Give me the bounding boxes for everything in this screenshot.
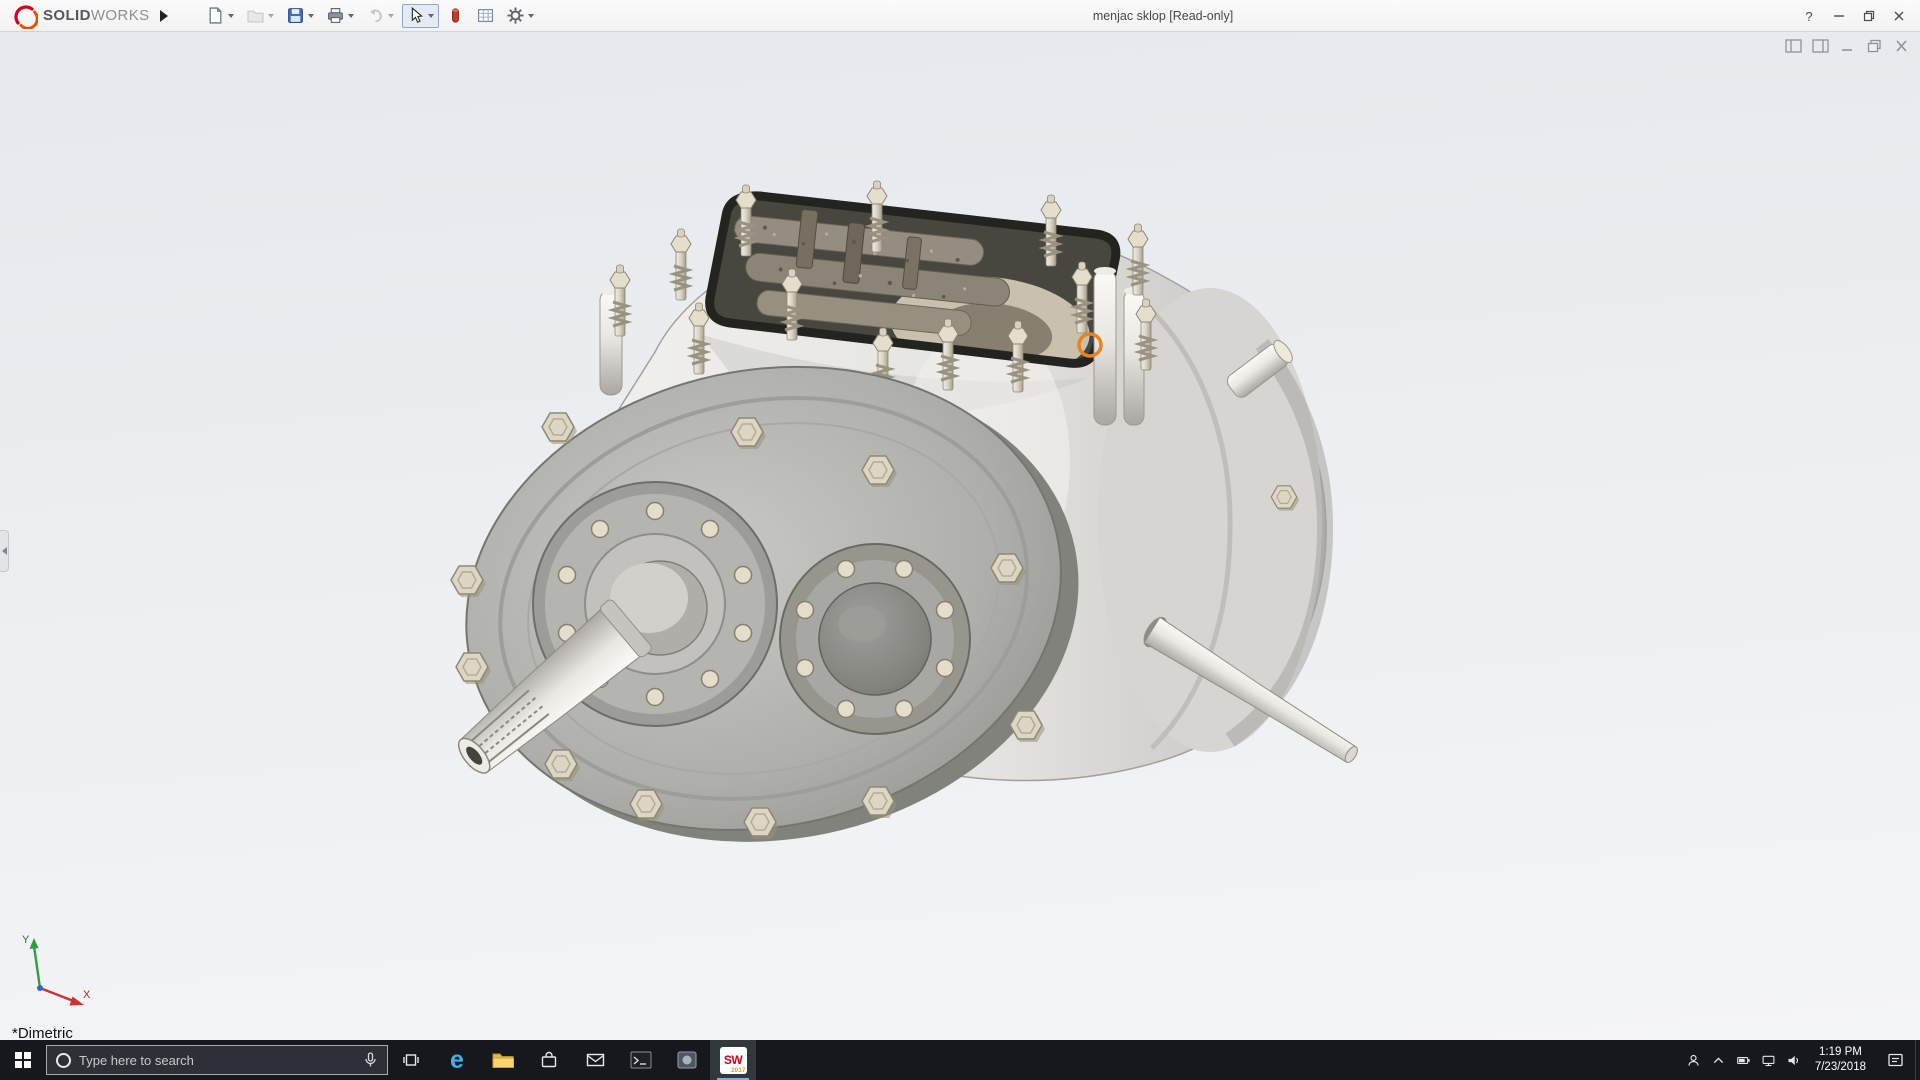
taskbar-solidworks-button[interactable]: SW 2017: [710, 1040, 756, 1080]
task-view-button[interactable]: [388, 1040, 434, 1080]
show-desktop-button[interactable]: [1915, 1040, 1920, 1080]
close-button[interactable]: [1884, 0, 1914, 32]
action-center-icon: [1887, 1053, 1903, 1066]
cortana-icon: [56, 1052, 71, 1068]
gear-icon: [506, 7, 524, 24]
dropdown-caret-icon: [527, 13, 534, 18]
microphone-icon[interactable]: [363, 1052, 378, 1068]
tray-overflow-button[interactable]: [1706, 1040, 1731, 1080]
x-axis-label: X: [83, 989, 91, 1001]
brand-text: SOLIDWORKS: [43, 7, 150, 24]
mdi-close-icon[interactable]: [1893, 39, 1910, 53]
y-axis-label: Y: [22, 934, 30, 946]
mail-icon: [586, 1053, 604, 1067]
system-tray: 1:19 PM 7/23/2018: [1681, 1040, 1920, 1080]
menu-expand-arrow-icon[interactable]: [159, 9, 168, 22]
dropdown-caret-icon: [307, 13, 314, 18]
taskbar-edge-button[interactable]: e: [434, 1040, 480, 1080]
minimize-icon: [1834, 15, 1844, 17]
select-cursor-icon: [411, 7, 423, 23]
quick-access-toolbar: [202, 3, 539, 28]
taskbar-app1-button[interactable]: [618, 1040, 664, 1080]
document-window-controls: [1785, 39, 1910, 53]
x-axis-arrow-icon: [69, 996, 84, 1006]
print-button[interactable]: [322, 4, 359, 28]
new-document-button[interactable]: [202, 4, 239, 28]
sheet-grid-icon: [477, 9, 493, 22]
task-view-icon: [403, 1054, 419, 1066]
printer-icon: [327, 8, 343, 23]
side-cover: [779, 543, 971, 735]
chevron-up-icon: [1713, 1056, 1723, 1063]
clock-date: 7/23/2018: [1814, 1061, 1866, 1073]
action-center-button[interactable]: [1875, 1040, 1915, 1080]
dropdown-caret-icon: [227, 13, 234, 18]
taskbar-clock[interactable]: 1:19 PM 7/23/2018: [1806, 1045, 1875, 1075]
windows-logo-icon: [15, 1052, 31, 1068]
restore-button[interactable]: [1854, 0, 1884, 32]
dropdown-caret-icon: [427, 13, 434, 18]
appearance-button[interactable]: [442, 4, 469, 28]
start-button[interactable]: [0, 1040, 46, 1080]
app-window-gray-icon: [677, 1051, 697, 1069]
dropdown-caret-icon: [267, 13, 274, 18]
save-button[interactable]: [282, 4, 319, 28]
window-controls: ?: [1794, 0, 1914, 32]
solidworks-logo: SOLIDWORKS: [12, 3, 150, 29]
titlebar: SOLIDWORKS menjac sklop [Read-only] ?: [0, 0, 1920, 32]
panel-collapse-tab[interactable]: [0, 530, 9, 572]
solidworks-app-icon: SW 2017: [719, 1046, 747, 1074]
pane-left-icon[interactable]: [1785, 39, 1802, 53]
gearbox-model-3d[interactable]: [0, 32, 1920, 1040]
z-axis-dot-icon: [37, 985, 43, 991]
open-document-button[interactable]: [242, 4, 279, 28]
undo-button[interactable]: [362, 4, 399, 28]
file-explorer-icon: [492, 1053, 514, 1068]
clock-time: 1:19 PM: [1819, 1046, 1862, 1059]
save-floppy-icon: [287, 8, 303, 23]
battery-status-button[interactable]: [1731, 1040, 1756, 1080]
reference-triad: Y X: [22, 934, 91, 1006]
dropdown-caret-icon: [387, 13, 394, 18]
mdi-restore-icon[interactable]: [1866, 39, 1883, 53]
network-icon: [1762, 1055, 1775, 1066]
y-axis-arrow-icon: [29, 938, 39, 949]
edge-icon: e: [450, 1045, 464, 1074]
undo-arrow-icon: [370, 9, 382, 23]
volume-icon: [1788, 1055, 1798, 1065]
taskbar-store-button[interactable]: [526, 1040, 572, 1080]
options-button[interactable]: [502, 4, 539, 28]
volume-button[interactable]: [1781, 1040, 1806, 1080]
new-document-icon: [209, 7, 221, 24]
restore-icon: [1863, 10, 1875, 22]
select-tool-button[interactable]: [401, 3, 439, 28]
mdi-minimize-icon[interactable]: [1839, 39, 1856, 53]
taskbar-app2-button[interactable]: [664, 1040, 710, 1080]
taskbar-mail-button[interactable]: [572, 1040, 618, 1080]
app-window-dark-icon: [630, 1051, 652, 1069]
search-input[interactable]: [79, 1052, 355, 1068]
ds-logo-icon: [14, 4, 38, 29]
graphics-area[interactable]: Y X *Dimetric: [0, 32, 1920, 1042]
store-bag-icon: [541, 1051, 557, 1068]
close-icon: [1894, 11, 1904, 21]
sheet-properties-button[interactable]: [472, 4, 499, 28]
taskbar-explorer-button[interactable]: [480, 1040, 526, 1080]
person-icon: [1688, 1054, 1699, 1066]
taskbar-search[interactable]: [46, 1045, 388, 1075]
network-status-button[interactable]: [1756, 1040, 1781, 1080]
help-button[interactable]: ?: [1794, 0, 1824, 32]
dropdown-caret-icon: [347, 13, 354, 18]
minimize-button[interactable]: [1824, 0, 1854, 32]
document-title: menjac sklop [Read-only]: [1092, 8, 1234, 23]
open-folder-icon: [246, 10, 264, 23]
battery-icon: [1736, 1056, 1750, 1064]
people-button[interactable]: [1681, 1040, 1706, 1080]
windows-taskbar: e SW 2017: [0, 1040, 1920, 1080]
appearance-icon: [451, 8, 459, 23]
pane-right-icon[interactable]: [1812, 39, 1829, 53]
